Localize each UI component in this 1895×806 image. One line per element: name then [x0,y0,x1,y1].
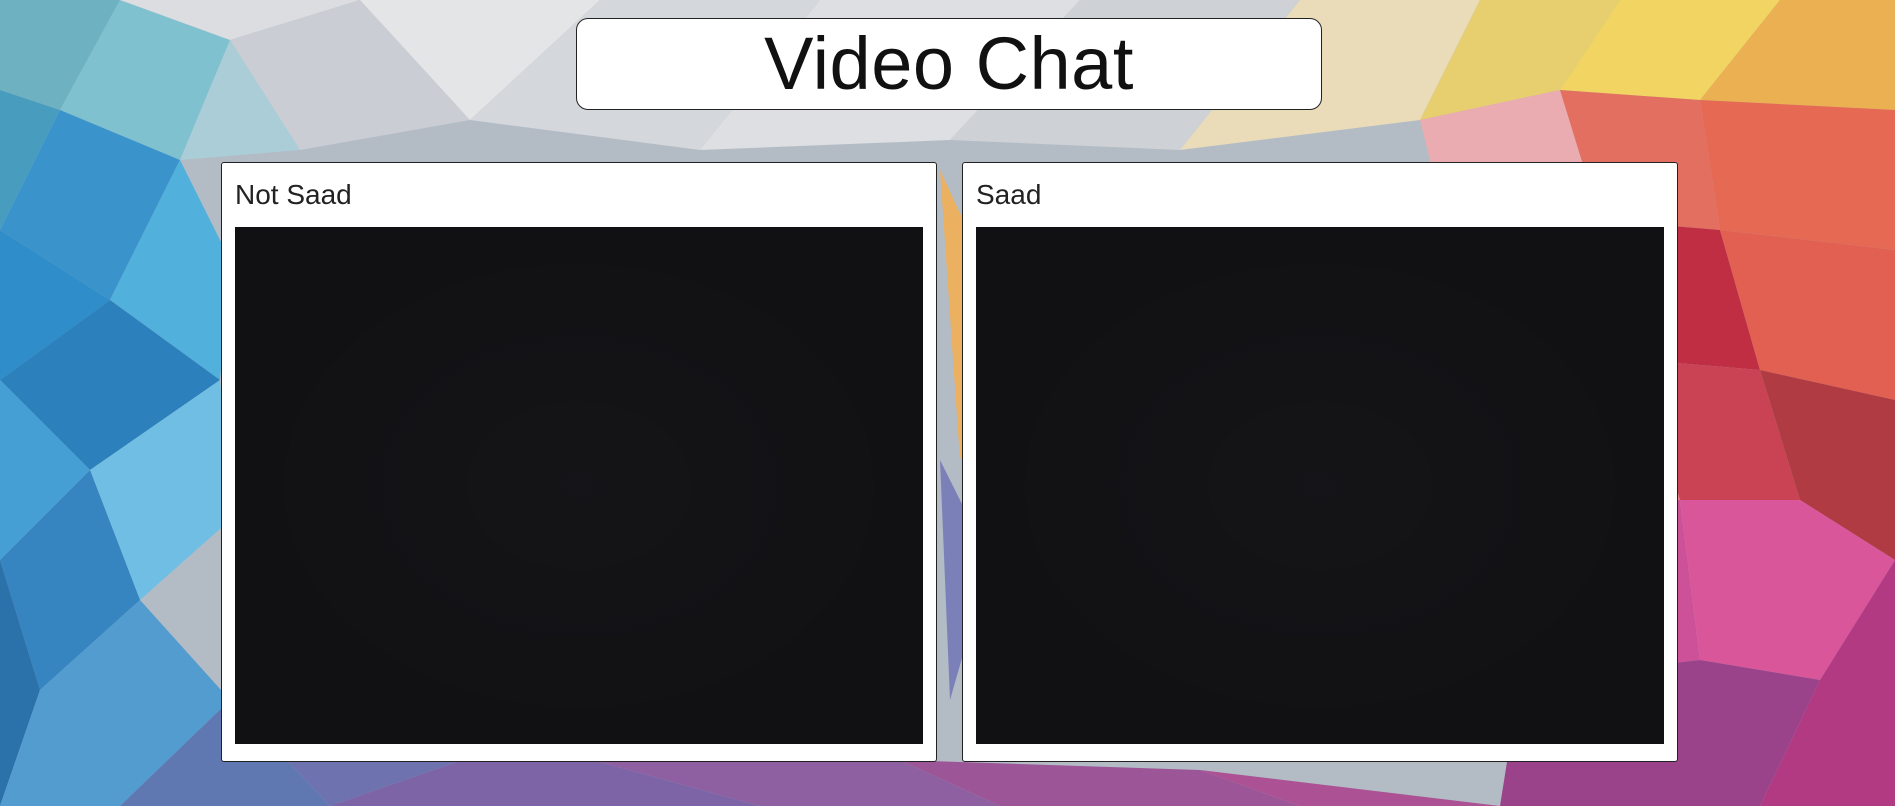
participant-name: Not Saad [235,179,352,210]
title-box: Video Chat [576,18,1322,110]
video-feed[interactable] [235,227,923,744]
participant-name: Saad [976,179,1042,210]
video-feed[interactable] [976,227,1664,744]
page-title: Video Chat [764,22,1134,105]
participant-panel-saad: Saad [962,162,1678,762]
participant-panel-not-saad: Not Saad [221,162,937,762]
